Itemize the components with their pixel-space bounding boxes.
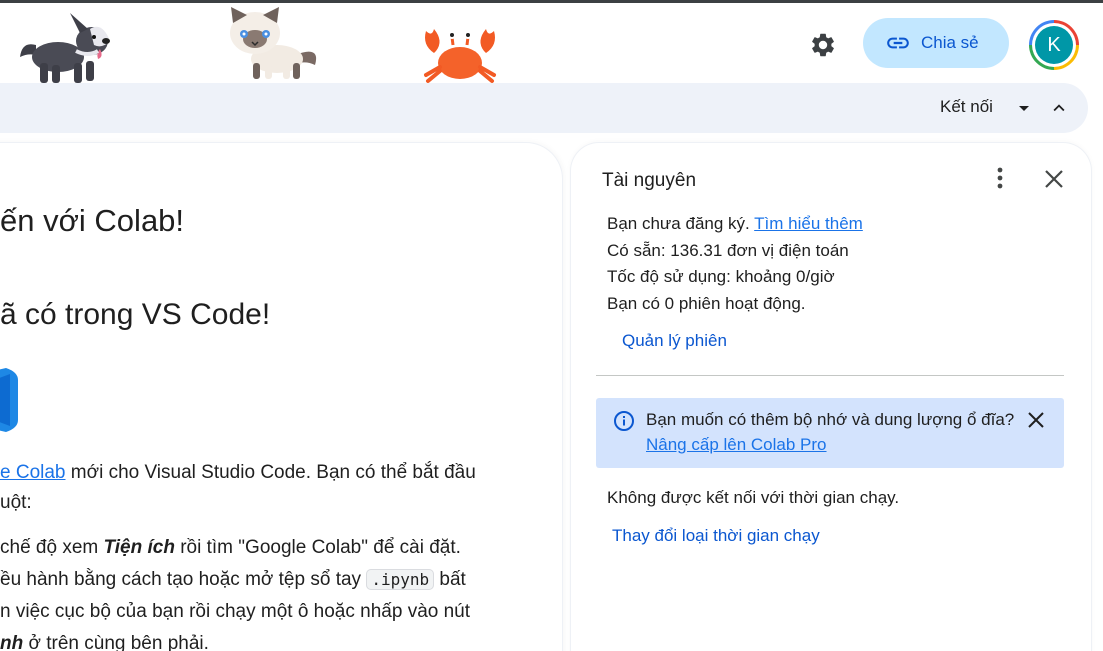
more-vert-icon[interactable] [990,165,1010,191]
text: rồi tìm "Google Colab" để cài đặt. [174,537,461,558]
resources-info: Bạn chưa đăng ký. Tìm hiểu thêm Có sẵn: … [607,211,863,317]
runtime-status: Không được kết nối với thời gian chạy. [607,488,900,507]
resources-panel: Tài nguyên Bạn chưa đăng ký. Tìm hiểu th… [571,143,1091,651]
upgrade-colab-pro-link[interactable]: Nâng cấp lên Colab Pro [646,435,827,454]
emphasis: Tiện ích [103,537,175,558]
learn-more-link[interactable]: Tìm hiểu thêm [754,214,863,233]
notebook-content: ến với Colab! ã có trong VS Code! e Cola… [0,143,562,651]
emphasis: nh [0,633,24,651]
link-icon [887,37,909,49]
avatar: K [1035,26,1073,64]
compute-units-available: Có sẵn: 136.31 đơn vị điện toán [607,240,849,260]
usage-rate: Tốc độ sử dụng: khoảng 0/giờ [607,267,835,286]
manage-sessions-button[interactable]: Quản lý phiên [622,331,727,351]
notebook-paragraph: e Colab mới cho Visual Studio Code. Bạn … [0,458,540,518]
instruction-line: n việc cục bộ của bạn rồi chạy một ô hoặ… [0,601,471,622]
active-sessions: Bạn có 0 phiên hoạt động. [607,293,806,313]
paragraph-text-line2: uột: [0,492,32,513]
change-runtime-type-button[interactable]: Thay đổi loại thời gian chạy [612,526,820,546]
subscription-line: Bạn chưa đăng ký. Tìm hiểu thêm [607,211,863,238]
account-avatar-button[interactable]: K [1029,20,1079,70]
divider [596,375,1064,376]
chevron-up-icon[interactable] [1048,97,1070,119]
upgrade-banner: Bạn muốn có thêm bộ nhớ và dung lượng ổ … [596,398,1064,468]
settings-button[interactable] [803,25,843,65]
paragraph-text: mới cho Visual Studio Code. Bạn có thể b… [65,462,476,483]
text: Bạn muốn có thêm bộ nhớ và dung lượng ổ … [646,410,1015,429]
dog-pet-icon [20,13,110,83]
cat-pet-icon [230,7,317,79]
info-icon [614,411,634,431]
instruction-line: chế độ xem Tiện ích rồi tìm "Google Cola… [0,532,540,564]
gear-icon [812,33,834,57]
resources-title: Tài nguyên [602,170,697,191]
notebook-instructions: chế độ xem Tiện ích rồi tìm "Google Cola… [0,532,540,651]
notebook-heading-1: ến với Colab! [0,203,185,238]
notebook-heading-2: ã có trong VS Code! [0,298,271,331]
avatar-inner: K [1032,23,1076,67]
header: Chia sẻ K [0,3,1103,83]
code-snippet: .ipynb [366,569,435,590]
share-button[interactable]: Chia sẻ [863,18,1009,68]
instruction-line: ều hành bằng cách tạo hoặc mở tệp sổ tay… [0,564,540,596]
close-icon[interactable] [1042,167,1066,191]
instruction-line: nh ở trên cùng bên phải. [0,628,540,651]
text: bất [434,569,466,590]
crab-pet-icon [424,29,496,83]
connect-button[interactable]: Kết nối [940,97,993,117]
banner-text: Bạn muốn có thêm bộ nhớ và dung lượng ổ … [646,407,1016,457]
text: ều hành bằng cách tạo hoặc mở tệp sổ tay [0,569,367,590]
colab-extension-link[interactable]: e Colab [0,462,66,483]
text: chế độ xem [0,537,104,558]
vscode-icon [0,368,18,432]
share-label: Chia sẻ [921,33,979,52]
text: ở trên cùng bên phải. [23,633,209,651]
text: Bạn chưa đăng ký. [607,214,750,233]
close-icon[interactable] [1026,410,1046,430]
chevron-down-icon[interactable] [1014,101,1034,117]
notebook-toolbar: Kết nối [0,83,1088,133]
